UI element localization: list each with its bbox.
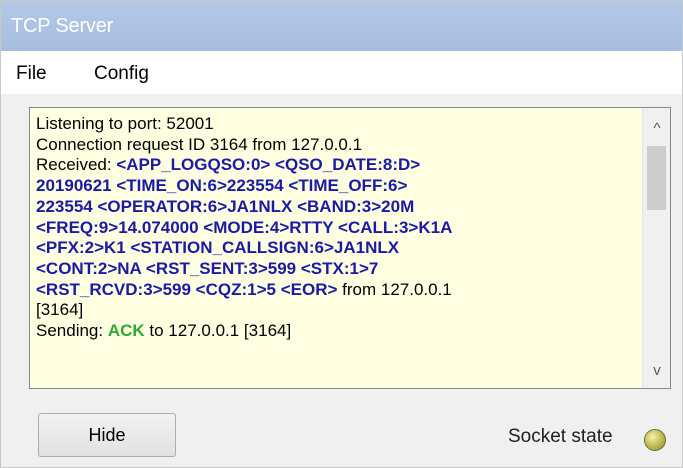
menu-bar: File Config	[1, 51, 682, 95]
log-text-segment: from 127.0.0.1	[337, 279, 452, 299]
adif-message-segment: <APP_LOGQSO:0> <QSO_DATE:8:D>	[116, 155, 421, 175]
log-textbox[interactable]: Listening to port: 52001 Connection reque…	[29, 107, 671, 389]
adif-message-segment: 20190621 <TIME_ON:6>223554 <TIME_OFF:6>	[36, 176, 408, 196]
log-text-segment: Connection request ID 3164 from 127.0.0.…	[36, 134, 363, 154]
title-bar[interactable]: TCP Server	[1, 1, 682, 51]
log-line: 223554 <OPERATOR:6>JA1NLX <BAND:3>20M	[36, 197, 636, 218]
tcp-server-window: TCP Server File Config Listening to port…	[0, 0, 683, 468]
log-text-segment: to 127.0.0.1 [3164]	[144, 321, 292, 341]
status-led-icon	[644, 429, 666, 451]
vertical-scrollbar[interactable]: ^ v	[642, 108, 670, 388]
adif-message-segment: <FREQ:9>14.074000 <MODE:4>RTTY <CALL:3>K…	[36, 217, 453, 237]
hide-button[interactable]: Hide	[38, 413, 176, 457]
socket-state-label: Socket state	[508, 426, 613, 447]
adif-message-segment: <CONT:2>NA <RST_SENT:3>599 <STX:1>7	[36, 258, 379, 278]
chevron-down-icon[interactable]: v	[643, 356, 670, 386]
log-line: 20190621 <TIME_ON:6>223554 <TIME_OFF:6>	[36, 176, 636, 197]
log-line: <CONT:2>NA <RST_SENT:3>599 <STX:1>7	[36, 259, 636, 280]
log-text-segment: Listening to port: 52001	[36, 114, 214, 133]
adif-message-segment: <PFX:2>K1 <STATION_CALLSIGN:6>JA1NLX	[36, 238, 400, 258]
menu-file[interactable]: File	[16, 63, 47, 85]
menu-config[interactable]: Config	[94, 63, 149, 85]
ack-token: ACK	[107, 321, 145, 341]
log-line: Connection request ID 3164 from 127.0.0.…	[36, 135, 636, 156]
log-line: <RST_RCVD:3>599 <CQZ:1>5 <EOR> from 127.…	[36, 280, 636, 301]
scrollbar-thumb[interactable]	[647, 146, 666, 210]
log-line: <FREQ:9>14.074000 <MODE:4>RTTY <CALL:3>K…	[36, 218, 636, 239]
log-text-segment: Sending:	[36, 321, 108, 341]
log-line: Received: <APP_LOGQSO:0> <QSO_DATE:8:D>	[36, 155, 636, 176]
log-text-segment: Received:	[36, 155, 117, 175]
adif-message-segment: <RST_RCVD:3>599 <CQZ:1>5 <EOR>	[36, 279, 338, 299]
log-line: Sending: ACK to 127.0.0.1 [3164]	[36, 321, 636, 342]
log-text-segment: [3164]	[36, 300, 84, 320]
log-line: Listening to port: 52001	[36, 114, 636, 135]
chevron-up-icon[interactable]: ^	[643, 114, 670, 144]
log-line: [3164]	[36, 300, 636, 321]
log-content: Listening to port: 52001 Connection reque…	[36, 114, 636, 342]
adif-message-segment: 223554 <OPERATOR:6>JA1NLX <BAND:3>20M	[36, 196, 415, 216]
window-title: TCP Server	[11, 15, 114, 37]
log-line: <PFX:2>K1 <STATION_CALLSIGN:6>JA1NLX	[36, 238, 636, 259]
